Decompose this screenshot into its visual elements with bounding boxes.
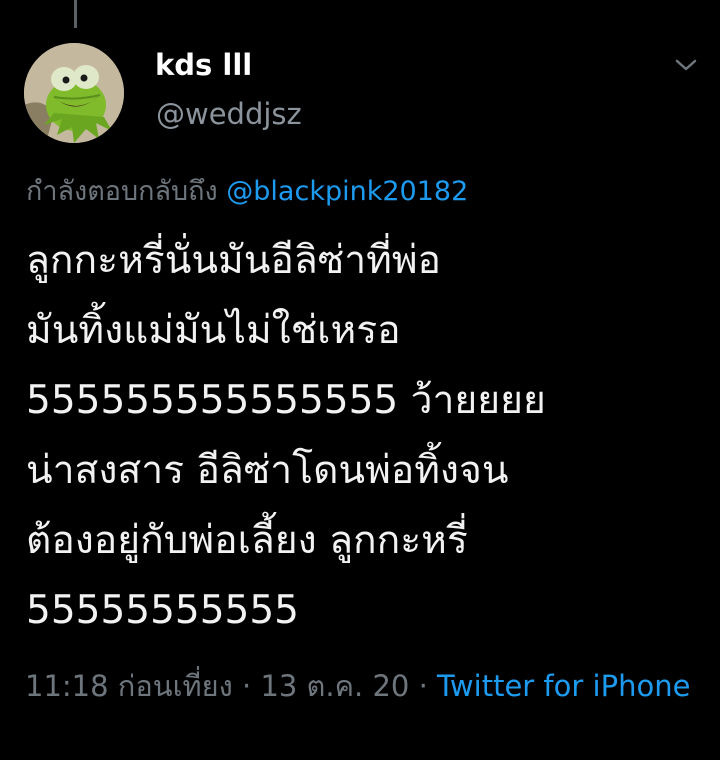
tweet-source-link[interactable]: Twitter for iPhone [437,669,690,703]
tweet-line: มันทิ้งแม่มันไม่ใช่เหรอ [26,308,401,353]
replying-to: กำลังตอบกลับถึง @blackpink20182 [26,169,468,212]
more-options-button[interactable] [668,50,704,80]
tweet-text: ลูกกะหรี่นั่นมันอีลิซ่าที่พ่อ มันทิ้งแม่… [26,226,696,646]
meta-separator: · [409,669,438,703]
avatar[interactable] [24,43,124,143]
mention-link[interactable]: @blackpink20182 [226,176,468,207]
tweet-line: ต้องอยู่กับพ่อเลี้ยง ลูกกะหรี่ [26,518,468,563]
tweet-line: 555555555555555 ว้ายยยย [26,378,546,423]
chevron-down-icon [675,59,697,71]
author-name[interactable]: kds lll [155,48,252,82]
tweet-line: ลูกกะหรี่นั่นมันอีลิซ่าที่พ่อ [26,238,441,283]
author-handle[interactable]: @weddjsz [156,97,302,131]
kermit-frog-avatar-icon [24,43,124,143]
replying-to-label: กำลังตอบกลับถึง [26,176,218,207]
tweet-line: 55555555555 [26,588,299,633]
tweet-line: น่าสงสาร อีลิซ่าโดนพ่อทิ้งจน [26,448,509,493]
tweet-time[interactable]: 11:18 ก่อนเที่ยง [25,669,233,703]
thread-connector-line [74,0,77,28]
meta-separator: · [232,669,261,703]
tweet-metadata: 11:18 ก่อนเที่ยง · 13 ต.ค. 20 · Twitter … [25,665,695,708]
tweet-date[interactable]: 13 ต.ค. 20 [260,669,409,703]
